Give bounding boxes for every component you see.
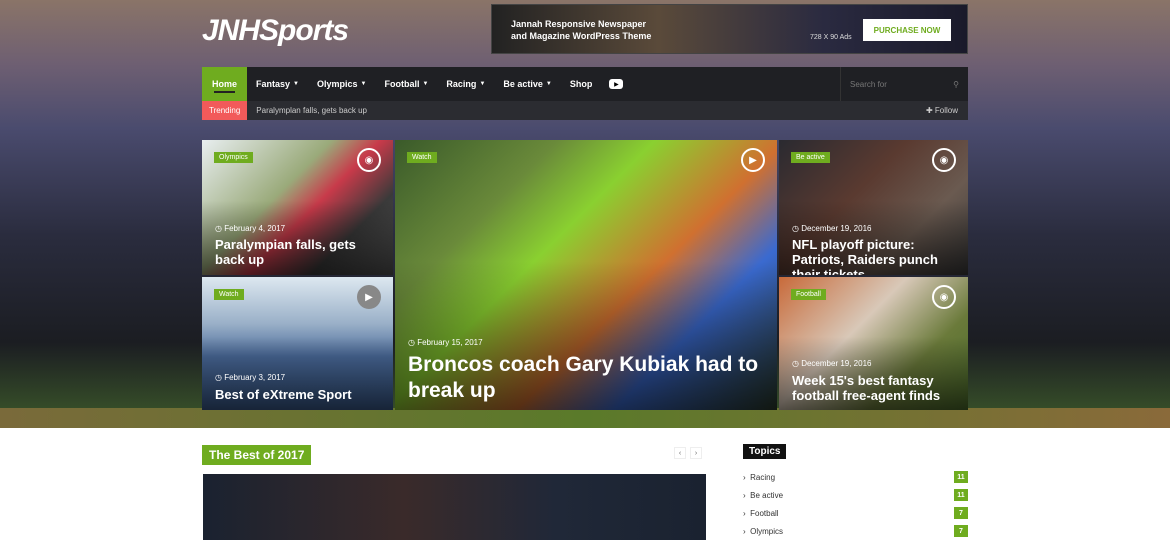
nav-label: Racing [446,79,477,89]
topic-count: 11 [954,489,968,501]
nav-racing[interactable]: Racing ▼ [437,67,494,101]
topic-item[interactable]: › Football 7 [743,507,968,519]
date-text: February 3, 2017 [224,373,286,382]
clock-icon: ◷ [215,224,225,233]
follow-label: Follow [934,106,958,115]
ad-text: Jannah Responsive Newspaper and Magazine… [511,19,652,41]
caret-down-icon: ▼ [293,81,299,87]
follow-button[interactable]: ✚ Follow [926,106,958,115]
nav-football[interactable]: Football ▼ [375,67,437,101]
camera-icon: ◉ [932,148,956,172]
search-input[interactable]: Search for ⚲ [840,67,968,101]
post-date: ◷ February 15, 2017 [408,338,483,347]
topic-name: Football [750,508,779,518]
clock-icon: ◷ [215,373,225,382]
topic-count: 7 [954,507,968,519]
topics-title: Topics [743,444,787,459]
post-title[interactable]: Week 15's best fantasy football free-age… [792,373,958,403]
nav-home[interactable]: Home [202,67,248,101]
main-nav: Home Fantasy ▼ Olympics ▼ Football ▼ Racing… [202,67,968,101]
nav-label: Fantasy [256,79,291,89]
post-tile[interactable]: Be active ◉ ◷ December 19, 2016 NFL play… [779,140,968,275]
slider-arrows: ‹ › [674,447,702,459]
post-tile[interactable]: Football ◉ ◷ December 19, 2016 Week 15's… [779,277,968,410]
chevron-right-icon: › [743,472,751,482]
nav-label: Football [384,79,420,89]
topic-name: Racing [750,472,776,482]
category-badge[interactable]: Watch [214,289,244,300]
post-tile[interactable]: Olympics ◉ ◷ February 4, 2017 Paralympia… [202,140,393,275]
nav-fantasy[interactable]: Fantasy ▼ [247,67,308,101]
category-badge[interactable]: Football [791,289,826,300]
ad-size: 728 X 90 Ads [810,34,852,41]
camera-icon: ◉ [932,285,956,309]
nav-be-active[interactable]: Be active ▼ [494,67,560,101]
caret-down-icon: ▼ [479,81,486,87]
section-title: The Best of 2017 [202,445,312,465]
post-title[interactable]: Paralympian falls, gets back up [215,237,383,267]
purchase-now-button[interactable]: PURCHASE NOW [863,19,951,41]
post-tile[interactable]: Watch ▶ ◷ February 3, 2017 Best of eXtre… [202,277,393,410]
trending-label: Trending [202,101,248,120]
camera-icon: ◉ [357,148,381,172]
featured-image[interactable] [203,474,706,540]
post-title[interactable]: Broncos coach Gary Kubiak had to break u… [408,352,767,404]
topic-item[interactable]: › Be active 11 [743,489,968,501]
topic-name: Olympics [750,526,783,536]
post-tile-featured[interactable]: Watch ▶ ◷ February 15, 2017 Broncos coac… [395,140,777,410]
category-badge[interactable]: Be active [791,152,830,163]
clock-icon: ◷ [792,224,802,233]
topic-name: Be active [750,490,784,500]
date-text: December 19, 2016 [801,359,872,368]
nav-shop[interactable]: Shop [561,67,602,101]
post-title[interactable]: Best of eXtreme Sport [215,387,383,402]
caret-down-icon: ▼ [422,81,429,87]
date-text: December 19, 2016 [801,224,872,233]
site-logo[interactable]: JNHSports [202,14,349,48]
chevron-right-icon: › [743,490,751,500]
play-icon: ▶ [357,285,381,309]
next-arrow-icon[interactable]: › [690,447,702,459]
topic-count: 11 [954,471,968,483]
post-date: ◷ February 3, 2017 [215,373,285,382]
youtube-icon[interactable]: ▶ [609,79,624,89]
nav-label: Olympics [316,79,358,89]
clock-icon: ◷ [792,359,802,368]
chevron-right-icon: › [743,508,751,518]
post-title[interactable]: NFL playoff picture: Patriots, Raiders p… [792,237,958,275]
nav-label: Be active [503,79,543,89]
topic-count: 7 [954,525,968,537]
play-icon: ▶ [741,148,765,172]
topic-item[interactable]: › Olympics 7 [743,525,968,537]
topic-item[interactable]: › Racing 11 [743,471,968,483]
search-icon[interactable]: ⚲ [953,80,959,89]
search-placeholder: Search for [850,79,887,89]
trending-bar: Trending Paralymplan falls, gets back up… [202,101,968,120]
post-date: ◷ December 19, 2016 [792,224,871,233]
prev-arrow-icon[interactable]: ‹ [674,447,686,459]
nav-olympics[interactable]: Olympics ▼ [308,67,375,101]
date-text: February 15, 2017 [417,338,483,347]
caret-down-icon: ▼ [360,81,367,87]
plus-icon: ✚ [925,106,935,115]
clock-icon: ◷ [408,338,418,347]
category-badge[interactable]: Olympics [214,152,253,163]
post-date: ◷ December 19, 2016 [792,359,871,368]
post-date: ◷ February 4, 2017 [215,224,285,233]
date-text: February 4, 2017 [224,224,286,233]
trending-headline[interactable]: Paralymplan falls, gets back up [256,106,367,115]
ad-banner[interactable]: Jannah Responsive Newspaper and Magazine… [491,4,968,54]
caret-down-icon: ▼ [545,81,552,87]
category-badge[interactable]: Watch [407,152,437,163]
chevron-right-icon: › [743,526,751,536]
